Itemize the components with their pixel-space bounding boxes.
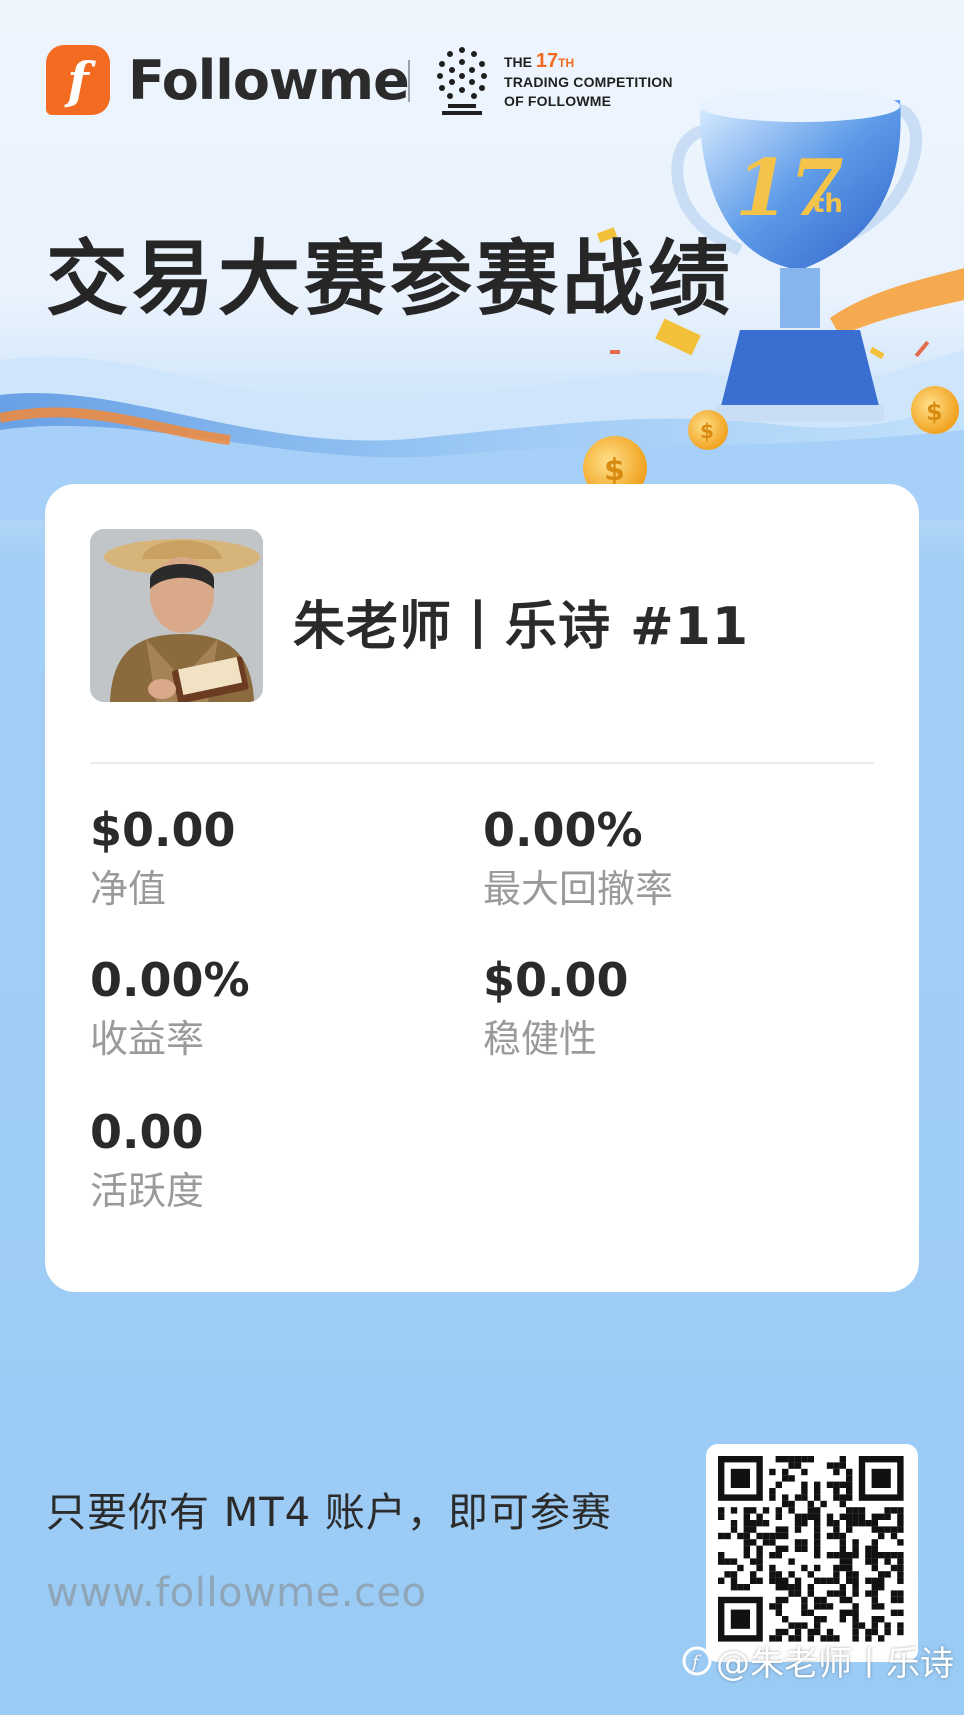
stat-max-drawdown: 0.00% 最大回撤率 (483, 802, 823, 916)
followme-f-icon: f (46, 45, 110, 115)
svg-text:$: $ (700, 419, 714, 443)
competition-the: THE (504, 53, 532, 70)
stat-label: 最大回撤率 (483, 867, 674, 911)
stat-value: 0.00 (90, 1105, 204, 1159)
stat-label: 净值 (90, 867, 167, 911)
call-to-action: 只要你有 MT4 账户，即可参赛 (46, 1490, 612, 1536)
stat-label: 收益率 (90, 1017, 205, 1061)
brand-name: Followme (128, 48, 410, 112)
competition-logo: THE 17TH TRADING COMPETITION OF FOLLOWME (434, 44, 673, 118)
stat-value: 0.00% (90, 953, 250, 1007)
competition-globe-icon (437, 47, 487, 115)
competition-number: 17 (535, 49, 559, 72)
qr-code-icon (718, 1456, 904, 1642)
brand-logo: f Followme (46, 44, 410, 116)
stat-value: $0.00 (483, 953, 629, 1007)
stat-equity: $0.00 净值 (90, 802, 430, 916)
watermark: f @朱老师丨乐诗 (682, 1636, 954, 1685)
svg-text:$: $ (604, 453, 625, 488)
card-divider (90, 762, 874, 764)
svg-text:f: f (690, 1652, 702, 1673)
qr-code[interactable] (706, 1444, 918, 1662)
result-card: 朱老师丨乐诗 #11 $0.00 净值 0.00% 最大回撤率 0.00% 收益… (45, 484, 919, 1292)
stat-value: $0.00 (90, 803, 236, 857)
stat-return-rate: 0.00% 收益率 (90, 952, 430, 1066)
user-name: 朱老师丨乐诗 #11 (293, 597, 750, 657)
stat-value: 0.00% (483, 803, 643, 857)
header-divider (408, 60, 410, 102)
trophy-badge-number: 17 (735, 143, 844, 234)
avatar (90, 529, 263, 702)
competition-subtitle: OF FOLLOWME (504, 92, 612, 109)
page-title: 交易大赛参赛战绩 (46, 232, 735, 327)
website-link[interactable]: www.followme.ceo (46, 1570, 427, 1616)
avatar-portrait-icon (90, 529, 263, 702)
competition-title: TRADING COMPETITION (504, 73, 673, 90)
stat-activity: 0.00 活跃度 (90, 1104, 430, 1218)
share-poster: 17 th $ $ $ f Followme THE 17TH TRADING … (0, 0, 964, 1715)
weibo-icon: f (682, 1646, 712, 1675)
stat-label: 活跃度 (90, 1169, 205, 1213)
competition-suffix: TH (558, 55, 575, 70)
watermark-text: @朱老师丨乐诗 (716, 1644, 954, 1684)
svg-text:$: $ (926, 398, 943, 426)
stat-stability: $0.00 稳健性 (483, 952, 823, 1066)
trophy-badge-suffix: th (812, 189, 843, 219)
stat-label: 稳健性 (483, 1017, 598, 1061)
